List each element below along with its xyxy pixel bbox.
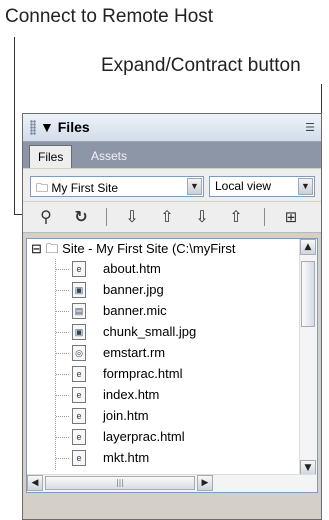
refresh-icon[interactable]: ↻ — [70, 206, 92, 228]
folder-icon: 🗀 — [36, 181, 49, 195]
image-file-icon: ▣ — [72, 282, 86, 298]
tree-guide — [56, 311, 70, 312]
panel-tabs: Files Assets — [23, 142, 321, 168]
tree-guide — [56, 416, 70, 417]
media-file-icon: ◎ — [72, 345, 86, 361]
tree-guide — [56, 374, 70, 375]
panel-titlebar[interactable]: ▼ Files ☰ — [23, 114, 321, 142]
connect-callout-label: Connect to Remote Host — [5, 6, 214, 27]
html-file-icon: e — [72, 366, 86, 382]
list-item[interactable]: e join.htm — [72, 406, 149, 426]
get-icon[interactable]: ⇩ — [121, 206, 143, 228]
tree-root[interactable]: ⊟ 🗀 Site - My First Site (C:\myFirst — [31, 239, 236, 259]
tree-root-label: Site - My First Site (C:\myFirst — [62, 241, 236, 256]
list-item[interactable]: ▣ banner.jpg — [72, 280, 164, 300]
vertical-scrollbar[interactable]: ▲ ▼ — [299, 239, 317, 476]
scroll-up-icon[interactable]: ▲ — [300, 239, 316, 255]
file-tree: ⊟ 🗀 Site - My First Site (C:\myFirst e ab… — [26, 238, 318, 493]
image-file-icon: ▣ — [72, 324, 86, 340]
site-select[interactable]: 🗀 My First Site ▼ — [30, 176, 204, 197]
list-item[interactable]: ▤ banner.mic — [72, 301, 167, 321]
panel-title-text: Files — [57, 119, 90, 135]
collapse-icon[interactable]: ⊟ — [31, 241, 42, 256]
check-out-icon[interactable]: ⇩ — [191, 206, 213, 228]
view-select[interactable]: Local view ▼ — [209, 176, 315, 197]
list-item[interactable]: e layerprac.html — [72, 427, 185, 447]
tree-guide — [56, 437, 70, 438]
list-item[interactable]: e formprac.html — [72, 364, 182, 384]
toolbar-separator — [264, 208, 265, 226]
mic-file-icon: ▤ — [72, 303, 86, 319]
chevron-down-icon[interactable]: ▼ — [187, 178, 202, 195]
list-item[interactable]: e index.htm — [72, 385, 159, 405]
tree-guide — [56, 332, 70, 333]
tree-guide — [56, 290, 70, 291]
html-file-icon: e — [72, 450, 86, 466]
check-in-icon[interactable]: ⇧ — [225, 206, 247, 228]
html-file-icon: e — [72, 429, 86, 445]
chevron-down-icon[interactable]: ▼ — [298, 178, 313, 195]
toolbar-separator — [106, 208, 107, 226]
grip-icon[interactable] — [30, 120, 36, 135]
list-item[interactable]: ▣ chunk_small.jpg — [72, 322, 196, 342]
list-item[interactable]: e about.htm — [72, 259, 161, 279]
site-toolbar: 🗀 My First Site ▼ Local view ▼ — [23, 169, 321, 201]
site-select-value: My First Site — [51, 181, 119, 195]
expand-icon[interactable]: ⊞ — [280, 206, 302, 228]
scroll-right-icon[interactable]: ▶ — [197, 475, 213, 491]
html-file-icon: e — [72, 261, 86, 277]
list-item[interactable]: e mkt.htm — [72, 448, 149, 468]
expand-callout-label: Expand/Contract button — [101, 55, 301, 76]
connect-icon[interactable]: ⚲ — [35, 206, 57, 228]
tab-files[interactable]: Files — [29, 145, 73, 168]
html-file-icon: e — [72, 408, 86, 424]
tree-guide — [56, 458, 70, 459]
tab-assets[interactable]: Assets — [83, 145, 135, 168]
panel-toolbar: ⚲ ↻ ⇩ ⇧ ⇩ ⇧ ⊞ — [23, 202, 321, 233]
list-item[interactable]: ◎ emstart.rm — [72, 343, 165, 363]
horizontal-scrollbar[interactable]: ◀ ||| ▶ — [27, 474, 317, 492]
put-icon[interactable]: ⇧ — [156, 206, 178, 228]
tree-guide — [56, 353, 70, 354]
scroll-thumb[interactable]: ||| — [45, 476, 195, 490]
connect-callout-line — [14, 37, 15, 214]
html-file-icon: e — [72, 387, 86, 403]
tree-guide — [56, 395, 70, 396]
files-panel: ▼ Files ☰ Files Assets 🗀 My First Site ▼… — [22, 113, 322, 520]
panel-title[interactable]: ▼ Files — [40, 119, 90, 135]
panel-options-icon[interactable]: ☰ — [305, 121, 315, 134]
scroll-left-icon[interactable]: ◀ — [27, 475, 43, 491]
scroll-thumb[interactable] — [301, 261, 315, 327]
tree-guide — [56, 269, 70, 270]
folder-icon: 🗀 — [45, 241, 59, 256]
view-select-value: Local view — [215, 179, 272, 193]
